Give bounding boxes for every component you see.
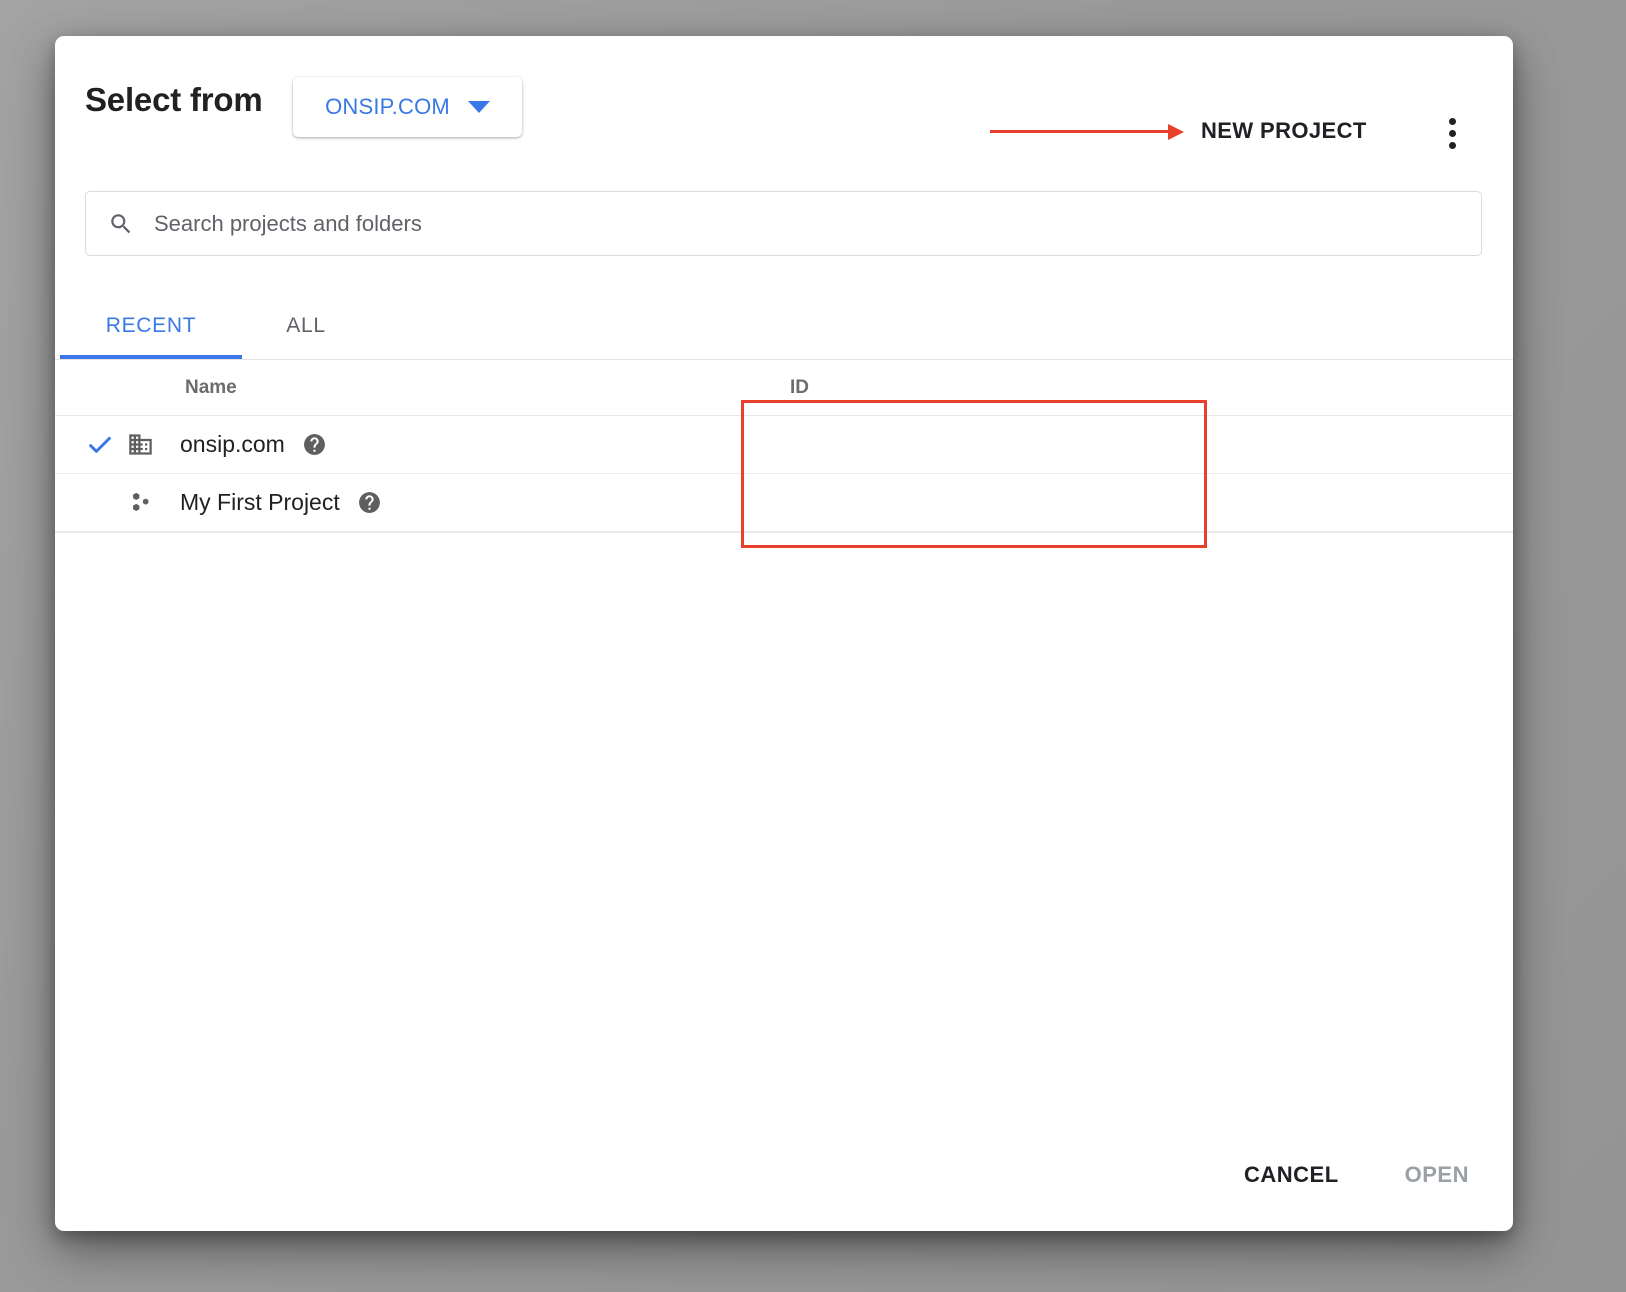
open-button[interactable]: OPEN <box>1399 1154 1475 1196</box>
kebab-dot <box>1448 129 1456 137</box>
organization-selector-button[interactable]: ONSIP.COM <box>293 77 522 137</box>
help-circle-icon[interactable] <box>302 432 327 457</box>
table-row[interactable]: My First Project <box>55 474 1513 532</box>
dialog-footer: CANCEL OPEN <box>55 1119 1513 1231</box>
kebab-menu-icon[interactable] <box>1432 110 1472 156</box>
kebab-dot <box>1448 141 1456 149</box>
checkmark-icon <box>85 430 127 460</box>
row-name-cell: My First Project <box>55 489 735 516</box>
chevron-down-icon <box>467 101 490 113</box>
row-name-label: onsip.com <box>180 431 285 457</box>
tab-all-label: ALL <box>286 314 326 337</box>
table-header-row: Name ID <box>55 360 1513 416</box>
tab-recent-label: RECENT <box>105 314 197 337</box>
search-box[interactable] <box>85 191 1482 256</box>
project-icon <box>127 489 175 516</box>
search-input[interactable] <box>152 209 1459 238</box>
table-bottom-divider <box>55 532 1513 533</box>
cancel-button[interactable]: CANCEL <box>1238 1154 1345 1196</box>
organization-icon <box>127 431 175 458</box>
column-header-name: Name <box>185 376 237 398</box>
select-project-dialog: Select from ONSIP.COM NEW PROJECT RECENT… <box>55 36 1513 1231</box>
tab-bar: RECENT ALL <box>55 294 1513 360</box>
annotation-arrow-head <box>1168 124 1184 140</box>
organization-selector-label: ONSIP.COM <box>325 94 450 119</box>
tab-all[interactable]: ALL <box>242 293 370 359</box>
kebab-dot <box>1448 117 1456 125</box>
annotation-arrow-icon <box>990 124 1190 140</box>
row-name-cell: onsip.com <box>55 430 735 460</box>
annotation-arrow-shaft <box>990 130 1172 133</box>
dialog-title: Select from <box>85 81 263 118</box>
row-name-label: My First Project <box>180 489 340 515</box>
search-icon <box>111 213 131 233</box>
new-project-button[interactable]: NEW PROJECT <box>1197 112 1371 150</box>
dialog-header: Select from ONSIP.COM NEW PROJECT <box>55 36 1513 158</box>
projects-table: Name ID onsip.com My First Project <box>55 360 1513 533</box>
column-header-id: ID <box>790 376 809 398</box>
help-circle-icon[interactable] <box>357 490 382 515</box>
table-row[interactable]: onsip.com <box>55 416 1513 474</box>
tab-recent[interactable]: RECENT <box>60 293 242 359</box>
